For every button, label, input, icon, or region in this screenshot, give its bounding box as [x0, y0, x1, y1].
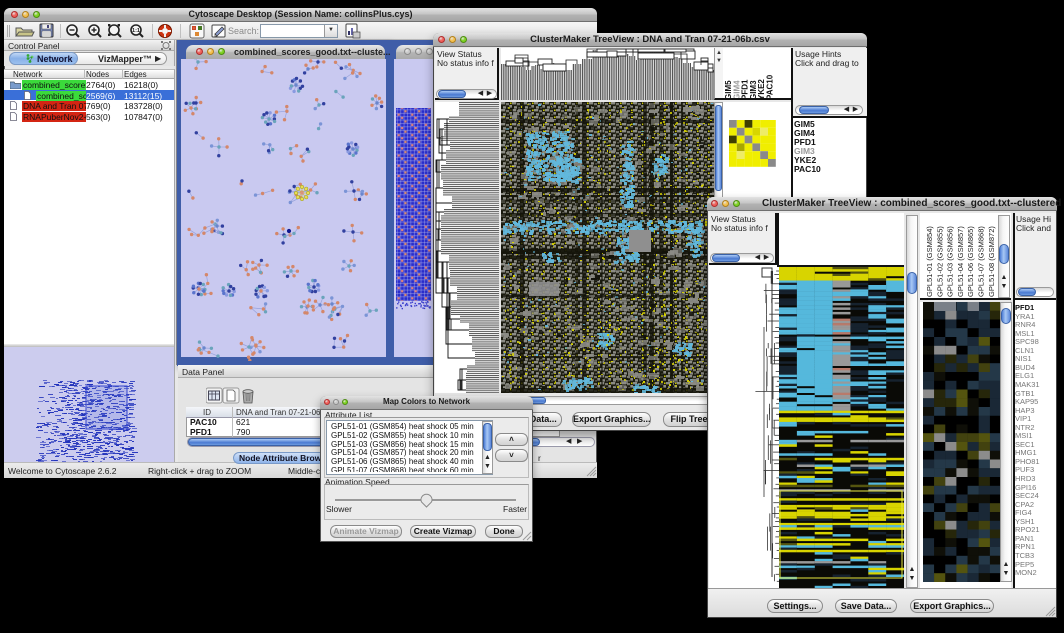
svg-text:GPL51-02 (GSM855): GPL51-02 (GSM855)	[935, 226, 944, 297]
svg-text:GPL51-01 (GSM854): GPL51-01 (GSM854)	[925, 226, 934, 297]
svg-text:GPL51-07 (GSM868): GPL51-07 (GSM868)	[977, 226, 986, 297]
svg-text:PAC10: PAC10	[766, 74, 775, 98]
svg-text:GPL51-03 (GSM856): GPL51-03 (GSM856)	[946, 226, 955, 297]
svg-text:1:1: 1:1	[132, 28, 140, 34]
svg-text:GPL51-06 (GSM865): GPL51-06 (GSM865)	[966, 226, 975, 297]
svg-text:GPL51-04 (GSM857): GPL51-04 (GSM857)	[956, 226, 965, 297]
svg-text:GPL51-08 (GSM872): GPL51-08 (GSM872)	[987, 226, 996, 297]
